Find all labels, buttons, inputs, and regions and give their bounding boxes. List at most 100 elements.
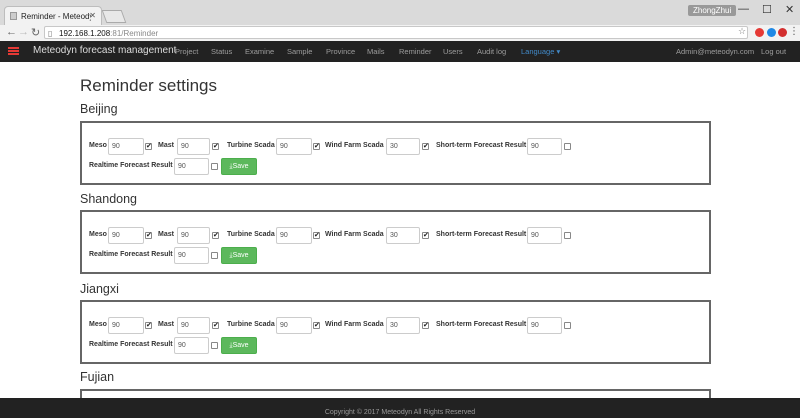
save-button[interactable]: ⤓Save: [221, 337, 257, 354]
shortterm-input[interactable]: 90: [527, 227, 562, 244]
nav-user-email[interactable]: Admin@meteodyn.com: [676, 47, 754, 56]
url-path: :81/Reminder: [110, 29, 159, 38]
page-footer: Copyright © 2017 Meteodyn All Rights Res…: [0, 398, 800, 418]
realtime-input[interactable]: 90: [174, 158, 209, 175]
realtime-checkbox[interactable]: [211, 342, 218, 349]
url-field[interactable]: ▯ 192.168.1.208:81/Reminder: [44, 26, 748, 39]
app-navbar: Meteodyn forecast management Project Sta…: [0, 41, 800, 62]
page-favicon-icon: [10, 12, 17, 20]
section-heading-shandong: Shandong: [80, 192, 138, 206]
meso-input[interactable]: 90: [108, 317, 144, 334]
section-heading-beijing: Beijing: [80, 102, 118, 116]
realtime-label: Realtime Forecast Result: [89, 341, 173, 348]
realtime-checkbox[interactable]: [211, 163, 218, 170]
meso-checkbox[interactable]: ✔: [145, 322, 152, 329]
meso-checkbox[interactable]: ✔: [145, 143, 152, 150]
shortterm-label: Short-term Forecast Result: [436, 321, 527, 328]
browser-menu-icon[interactable]: ⋮: [789, 26, 799, 37]
mast-label: Mast: [158, 231, 174, 238]
shortterm-input[interactable]: 90: [527, 138, 562, 155]
save-button[interactable]: ⤓Save: [221, 247, 257, 264]
nav-mails[interactable]: Mails: [367, 47, 385, 56]
nav-status[interactable]: Status: [211, 47, 232, 56]
meso-input[interactable]: 90: [108, 138, 144, 155]
meso-input[interactable]: 90: [108, 227, 144, 244]
windfarm-label: Wind Farm Scada: [325, 321, 384, 328]
nav-sample[interactable]: Sample: [287, 47, 312, 56]
meso-label: Meso: [89, 321, 107, 328]
reload-icon[interactable]: ↻: [31, 26, 40, 39]
realtime-input[interactable]: 90: [174, 247, 209, 264]
windfarm-checkbox[interactable]: ✔: [422, 143, 429, 150]
brand-title[interactable]: Meteodyn forecast management: [33, 45, 176, 56]
mast-label: Mast: [158, 321, 174, 328]
opera-extension-icon[interactable]: [755, 28, 764, 37]
shortterm-checkbox[interactable]: [564, 143, 571, 150]
turbine-checkbox[interactable]: ✔: [313, 322, 320, 329]
minimize-icon[interactable]: —: [738, 3, 749, 15]
copyright-text: Copyright © 2017 Meteodyn All Rights Res…: [324, 409, 476, 416]
windfarm-label: Wind Farm Scada: [325, 231, 384, 238]
browser-tab[interactable]: Reminder - Meteodyn ✕: [4, 6, 102, 25]
shortterm-label: Short-term Forecast Result: [436, 142, 527, 149]
page-info-icon: ▯: [48, 29, 53, 38]
mast-input[interactable]: 90: [177, 317, 210, 334]
mast-input[interactable]: 90: [177, 227, 210, 244]
turbine-checkbox[interactable]: ✔: [313, 143, 320, 150]
nav-users[interactable]: Users: [443, 47, 463, 56]
logout-link[interactable]: Log out: [761, 47, 786, 56]
shortterm-input[interactable]: 90: [527, 317, 562, 334]
bookmark-star-icon[interactable]: ☆: [738, 26, 746, 37]
realtime-checkbox[interactable]: [211, 252, 218, 259]
reminder-panel-beijing: Meso 90 ✔ Mast 90 ✔ Turbine Scada 90 ✔ Wind Farm …: [80, 121, 711, 185]
realtime-input[interactable]: 90: [174, 337, 209, 354]
browser-titlebar: Reminder - Meteodyn ✕ ZhongZhui — ☐ ✕: [0, 0, 800, 25]
turbine-checkbox[interactable]: ✔: [313, 232, 320, 239]
reminder-panel-shandong: Meso 90 ✔ Mast 90 ✔ Turbine Scada 90 ✔ Wind Farm …: [80, 210, 711, 274]
brand-logo-icon[interactable]: [8, 47, 19, 56]
nav-audit-log[interactable]: Audit log: [477, 47, 506, 56]
mast-checkbox[interactable]: ✔: [212, 232, 219, 239]
nav-examine[interactable]: Examine: [245, 47, 274, 56]
turbine-label: Turbine Scada: [227, 231, 275, 238]
meso-label: Meso: [89, 142, 107, 149]
maximize-icon[interactable]: ☐: [762, 3, 772, 16]
turbine-input[interactable]: 90: [276, 138, 312, 155]
shortterm-checkbox[interactable]: [564, 232, 571, 239]
close-tab-icon[interactable]: ✕: [89, 11, 96, 20]
mast-checkbox[interactable]: ✔: [212, 143, 219, 150]
turbine-input[interactable]: 90: [276, 227, 312, 244]
back-icon[interactable]: ←: [6, 26, 17, 38]
windfarm-checkbox[interactable]: ✔: [422, 322, 429, 329]
realtime-label: Realtime Forecast Result: [89, 162, 173, 169]
forward-icon[interactable]: →: [18, 26, 29, 38]
section-heading-fujian: Fujian: [80, 370, 115, 384]
nav-province[interactable]: Province: [326, 47, 355, 56]
meso-checkbox[interactable]: ✔: [145, 232, 152, 239]
adblock-extension-icon[interactable]: [778, 28, 787, 37]
windfarm-input[interactable]: 30: [386, 317, 420, 334]
windfarm-checkbox[interactable]: ✔: [422, 232, 429, 239]
sync-extension-icon[interactable]: [767, 28, 776, 37]
section-heading-jiangxi: Jiangxi: [80, 282, 119, 296]
nav-project[interactable]: Project: [175, 47, 198, 56]
reminder-panel-jiangxi: Meso 90 ✔ Mast 90 ✔ Turbine Scada 90 ✔ Wind Farm …: [80, 300, 711, 364]
windfarm-label: Wind Farm Scada: [325, 142, 384, 149]
close-window-icon[interactable]: ✕: [785, 3, 794, 16]
profile-name[interactable]: ZhongZhui: [688, 5, 737, 16]
mast-input[interactable]: 90: [177, 138, 210, 155]
page-title: Reminder settings: [80, 76, 218, 95]
nav-language-dropdown[interactable]: Language ▾: [521, 47, 560, 56]
turbine-input[interactable]: 90: [276, 317, 312, 334]
nav-reminder[interactable]: Reminder: [399, 47, 432, 56]
shortterm-checkbox[interactable]: [564, 322, 571, 329]
realtime-label: Realtime Forecast Result: [89, 251, 173, 258]
save-label: Save: [232, 163, 249, 170]
new-tab-button[interactable]: [101, 10, 127, 23]
meso-label: Meso: [89, 231, 107, 238]
address-bar-row: ← → ↻ ▯ 192.168.1.208:81/Reminder ☆ ⋮: [0, 25, 800, 42]
windfarm-input[interactable]: 30: [386, 138, 420, 155]
save-button[interactable]: ⤓Save: [221, 158, 257, 175]
windfarm-input[interactable]: 30: [386, 227, 420, 244]
mast-checkbox[interactable]: ✔: [212, 322, 219, 329]
